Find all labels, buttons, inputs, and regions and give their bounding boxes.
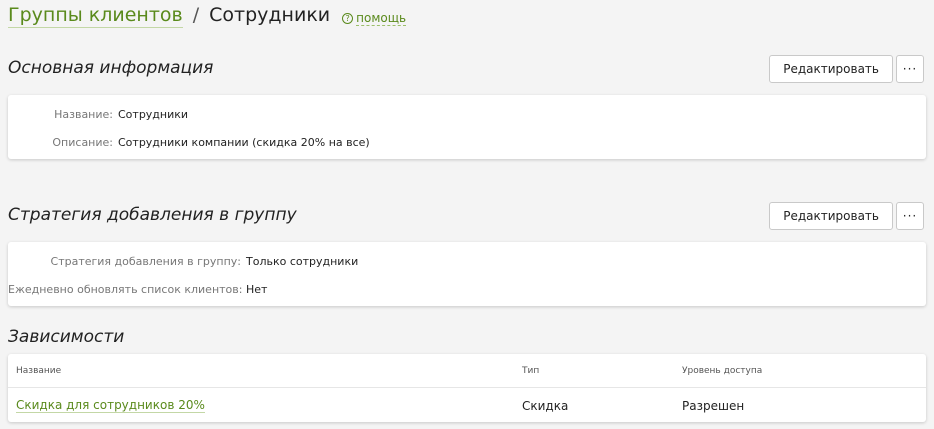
field-label: Описание: <box>52 136 113 149</box>
field-label: Стратегия добавления в группу: <box>50 255 241 268</box>
field-value: Нет <box>246 283 268 296</box>
section-title-basic-info: Основная информация <box>8 58 214 78</box>
field-value: Только сотрудники <box>246 255 359 268</box>
strategy-card: Стратегия добавления в группу: Только со… <box>8 242 926 306</box>
strategy-more-button[interactable]: ··· <box>896 202 924 230</box>
field-label: Название: <box>54 108 113 121</box>
column-header-type: Тип <box>522 366 540 376</box>
section-title-strategy: Стратегия добавления в группу <box>8 205 297 225</box>
column-header-access: Уровень доступа <box>682 366 763 376</box>
section-title-dependencies: Зависимости <box>8 327 125 347</box>
help-label: помощь <box>356 11 407 26</box>
dependency-link[interactable]: Скидка для сотрудников 20% <box>16 398 205 413</box>
breadcrumb-link-customer-groups[interactable]: Группы клиентов <box>8 4 183 28</box>
basic-info-more-button[interactable]: ··· <box>896 55 924 83</box>
field-row-strategy: Стратегия добавления в группу: Только со… <box>8 255 359 268</box>
field-row-daily-update: Ежедневно обновлять список клиентов: Нет <box>8 283 267 296</box>
page-title: Сотрудники <box>209 4 331 26</box>
field-label: Ежедневно обновлять список клиентов: <box>8 283 243 296</box>
edit-strategy-button[interactable]: Редактировать <box>769 202 893 230</box>
dependency-type: Скидка <box>522 399 569 413</box>
basic-info-actions: Редактировать ··· <box>769 55 924 83</box>
field-value: Сотрудники компании (скидка 20% на все) <box>118 136 370 149</box>
breadcrumb-separator: / <box>192 4 200 26</box>
help-link[interactable]: ? помощь <box>342 11 407 26</box>
field-value: Сотрудники <box>118 108 189 121</box>
table-header: Название Тип Уровень доступа <box>8 354 926 388</box>
edit-basic-info-button[interactable]: Редактировать <box>769 55 893 83</box>
basic-info-card: Название: Сотрудники Описание: Сотрудник… <box>8 95 926 159</box>
question-circle-icon: ? <box>342 13 354 24</box>
breadcrumb: Группы клиентов / Сотрудники ? помощь <box>8 4 407 32</box>
field-row-description: Описание: Сотрудники компании (скидка 20… <box>8 136 370 149</box>
strategy-actions: Редактировать ··· <box>769 202 924 230</box>
dependency-access: Разрешен <box>682 399 745 413</box>
dependencies-table: Название Тип Уровень доступа Скидка для … <box>8 354 926 422</box>
column-header-name: Название <box>16 366 62 376</box>
field-row-name: Название: Сотрудники <box>8 108 188 121</box>
